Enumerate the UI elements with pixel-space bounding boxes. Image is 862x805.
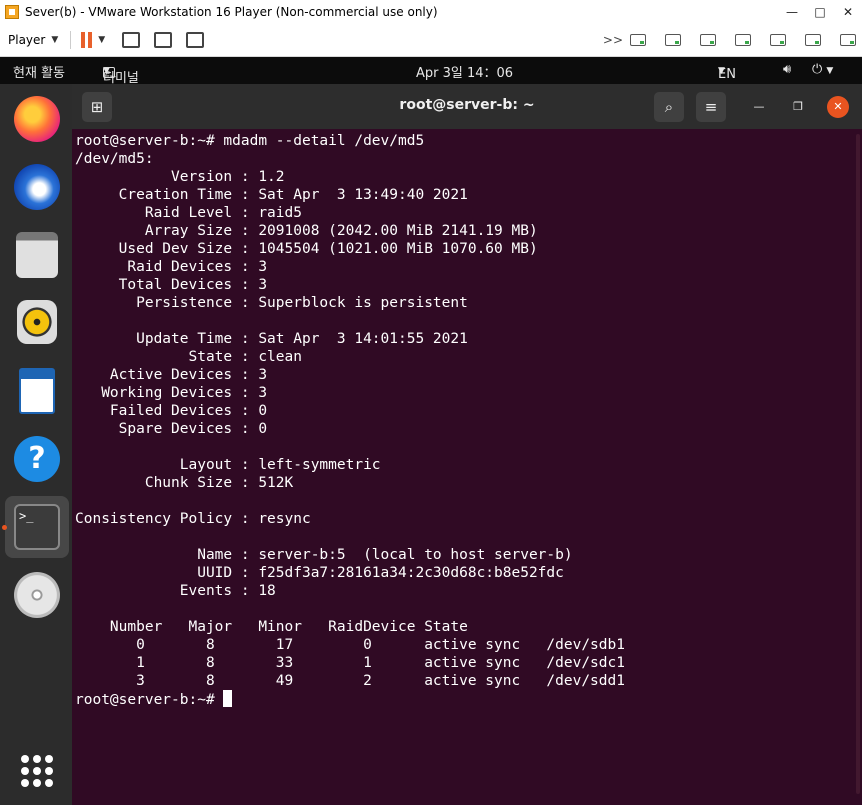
fast-forward-icon[interactable]: >> — [603, 33, 623, 47]
device-icons: >> — [603, 33, 856, 47]
terminal-line: Array Size : 2091008 (2042.00 MiB 2141.1… — [75, 223, 538, 239]
hdd-icon[interactable] — [665, 34, 681, 46]
input-source[interactable]: EN ▼ — [718, 62, 736, 82]
terminal-line: 1 8 33 1 active sync /dev/sdc1 — [75, 655, 625, 671]
network-icon[interactable] — [735, 34, 751, 46]
vmware-icon — [5, 5, 19, 19]
terminal-line: Version : 1.2 — [75, 169, 285, 185]
terminal-line: Chunk Size : 512K — [75, 475, 294, 491]
power-icon[interactable]: ⏻ ▼ — [812, 62, 833, 77]
help-icon[interactable]: ? — [14, 436, 60, 482]
terminal-close-button[interactable]: ✕ — [827, 96, 849, 118]
toolbar-divider — [70, 31, 72, 49]
chevron-down-icon: ▼ — [51, 35, 59, 45]
files-icon[interactable] — [16, 232, 58, 278]
terminal-line: Raid Devices : 3 — [75, 259, 268, 275]
terminal-line: root@server-b:~# mdadm --detail /dev/md5 — [75, 133, 425, 149]
terminal-line: Name : server-b:5 (local to host server-… — [75, 547, 573, 563]
terminal-header-bar: ⊞ root@server-b: ~ ⌕ ≡ — ❐ ✕ — [72, 84, 862, 129]
sound-icon[interactable] — [805, 34, 821, 46]
writer-icon[interactable] — [19, 368, 55, 414]
terminal-body[interactable]: root@server-b:~# mdadm --detail /dev/md5… — [72, 129, 862, 805]
terminal-line: Update Time : Sat Apr 3 14:01:55 2021 — [75, 331, 468, 347]
terminal-scrollbar[interactable] — [856, 134, 860, 794]
minimize-button[interactable]: — — [778, 5, 806, 19]
terminal-line: State : clean — [75, 349, 302, 365]
search-icon[interactable]: ⌕ — [654, 92, 684, 122]
send-ctrl-alt-del-icon[interactable] — [122, 32, 141, 48]
running-indicator — [2, 525, 7, 530]
terminal-line: Layout : left-symmetric — [75, 457, 381, 473]
terminal-title: root@server-b: ~ — [399, 97, 535, 113]
fit-guest-icon[interactable] — [154, 32, 173, 48]
vmware-title-bar: Sever(b) - VMware Workstation 16 Player … — [0, 0, 862, 24]
rhythmbox-icon[interactable] — [17, 300, 57, 344]
terminal-line: Raid Level : raid5 — [75, 205, 302, 221]
player-menu[interactable]: Player ▼ — [8, 33, 58, 47]
terminal-line: Working Devices : 3 — [75, 385, 268, 401]
input-source-label: EN — [718, 67, 736, 82]
terminal-line: Consistency Policy : resync — [75, 511, 311, 527]
terminal-line: 3 8 49 2 active sync /dev/sdd1 — [75, 673, 625, 689]
clock[interactable]: Apr 3일 14：06 — [416, 62, 513, 81]
terminal-line: UUID : f25df3a7:28161a34:2c30d68c:b8e52f… — [75, 565, 564, 581]
show-applications-icon[interactable] — [21, 755, 53, 787]
usb-icon[interactable] — [770, 34, 786, 46]
gnome-top-bar: 현재 활동 >_ 터미널 ▼ Apr 3일 14：06 EN ▼ 🔊︎ ⏻ ▼ — [0, 57, 862, 86]
close-button[interactable]: ✕ — [834, 5, 862, 19]
terminal-prompt: root@server-b:~# — [75, 692, 224, 708]
thunderbird-icon[interactable] — [14, 164, 60, 210]
terminal-line: Number Major Minor RaidDevice State — [75, 619, 468, 635]
unity-icon[interactable] — [186, 32, 205, 48]
text-cursor — [223, 690, 233, 707]
terminal-line: Failed Devices : 0 — [75, 403, 268, 419]
terminal-line: Persistence : Superblock is persistent — [75, 295, 468, 311]
window-title: Sever(b) - VMware Workstation 16 Player … — [25, 5, 438, 19]
dvd-icon[interactable] — [14, 572, 60, 618]
cd-icon[interactable] — [700, 34, 716, 46]
terminal-line: Creation Time : Sat Apr 3 13:49:40 2021 — [75, 187, 468, 203]
terminal-line: /dev/md5: — [75, 151, 154, 167]
terminal-line: 0 8 17 0 active sync /dev/sdb1 — [75, 637, 625, 653]
terminal-line: Events : 18 — [75, 583, 276, 599]
pause-icon[interactable] — [81, 32, 93, 48]
terminal-icon[interactable]: >_ — [14, 504, 60, 550]
terminal-line: Used Dev Size : 1045504 (1021.00 MiB 107… — [75, 241, 538, 257]
terminal-minimize-button[interactable]: — — [748, 96, 770, 118]
maximize-button[interactable]: □ — [806, 5, 834, 19]
dock: ? >_ — [0, 84, 72, 805]
display-icon[interactable] — [840, 34, 856, 46]
power-menu-chevron-icon[interactable]: ▼ — [98, 35, 105, 45]
terminal-line: Spare Devices : 0 — [75, 421, 268, 437]
terminal-prompt-line: root@server-b:~# — [75, 690, 625, 709]
terminal-maximize-button[interactable]: ❐ — [787, 96, 809, 118]
volume-icon[interactable]: 🔊︎ — [783, 62, 791, 77]
app-menu[interactable]: >_ 터미널 ▼ — [103, 62, 139, 86]
activities-button[interactable]: 현재 활동 — [13, 62, 65, 81]
firefox-icon[interactable] — [14, 96, 60, 142]
hdd-icon[interactable] — [630, 34, 646, 46]
vmware-toolbar: Player ▼ ▼ >> — [0, 24, 862, 57]
terminal-line: Active Devices : 3 — [75, 367, 268, 383]
player-menu-label: Player — [8, 33, 46, 47]
terminal-line: Total Devices : 3 — [75, 277, 268, 293]
terminal-output: root@server-b:~# mdadm --detail /dev/md5… — [75, 132, 625, 709]
menu-icon[interactable]: ≡ — [696, 92, 726, 122]
